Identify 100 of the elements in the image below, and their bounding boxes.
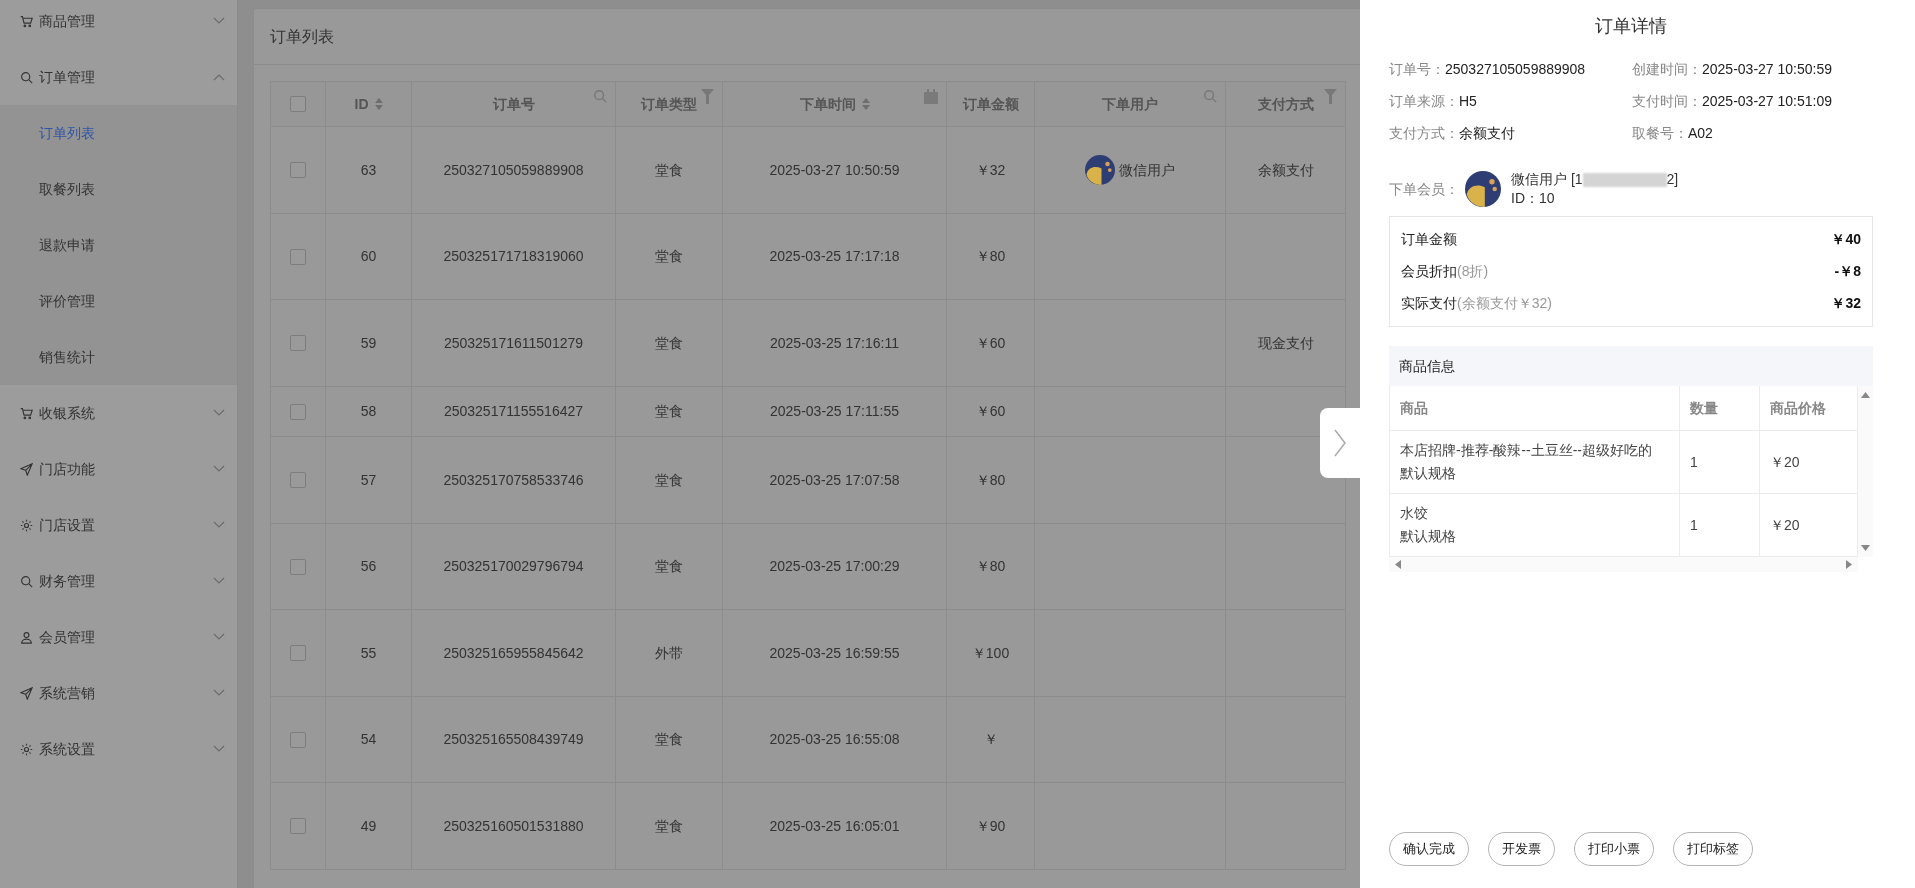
table-cell-text: ￥60 [975,402,1006,421]
submenu-item[interactable]: 取餐列表 [0,161,237,217]
scroll-up-icon[interactable] [1861,392,1870,398]
checkbox[interactable] [290,162,306,178]
avatar-icon [1465,171,1501,207]
table-cell-text: 堂食 [655,470,683,490]
checkbox[interactable] [290,558,306,575]
summary-label: 订单金额 [1401,230,1457,249]
member-name: 微信用户 [1 [1511,170,1583,189]
scroll-right-icon[interactable] [1846,560,1852,569]
scroll-down-icon[interactable] [1861,545,1870,551]
table-cell-text: 1 [1690,515,1698,535]
calendar-icon[interactable] [924,89,938,104]
menu-item[interactable]: 系统营销 [0,665,237,721]
menu-item[interactable]: 门店设置 [0,497,237,553]
submenu-item[interactable]: 评价管理 [0,273,237,329]
filter-icon[interactable] [701,89,714,104]
checkbox[interactable] [290,335,306,351]
checkbox[interactable] [290,248,306,265]
menu-item[interactable]: 收银系统 [0,385,237,441]
table-cell-text: 外带 [655,643,683,663]
field-label: 支付时间： [1632,92,1702,111]
field-value: H5 [1459,92,1477,111]
cart-icon [20,406,33,420]
checkbox[interactable] [290,731,306,748]
horizontal-scrollbar[interactable] [1389,557,1858,572]
table-cell-text: 2025-03-25 17:17:18 [769,247,900,266]
menu-item[interactable]: 财务管理 [0,553,237,609]
table-cell-text: 250325170029796794 [443,557,584,576]
field-value: 余额支付 [1459,124,1515,143]
action-button[interactable]: 确认完成 [1389,832,1469,866]
menu-item[interactable]: 订单管理 [0,49,237,105]
table-cell-text: ￥80 [975,247,1006,266]
drawer-title: 订单详情 [1595,14,1667,38]
field-value: A02 [1688,124,1713,143]
table-cell-text: 250325171611501279 [443,333,584,353]
user-icon [20,630,33,644]
table-cell-text: 堂食 [655,402,683,421]
table-cell-text: 堂食 [655,247,683,266]
chevron-down-icon [213,633,225,641]
field-label: 取餐号： [1632,124,1688,143]
field-label: 支付方式： [1389,124,1459,143]
field-label: 订单号： [1389,60,1445,79]
table-cell-text: 59 [360,333,377,353]
search-icon [20,574,33,588]
checkbox[interactable] [290,472,306,488]
field-label: 下单会员： [1389,179,1459,199]
action-button[interactable]: 开发票 [1488,832,1555,866]
chevron-down-icon [213,577,225,585]
search-icon[interactable] [1203,89,1217,103]
column-header: 下单用户 [1102,94,1158,114]
menu-item[interactable]: 系统设置 [0,721,237,777]
avatar-icon [1085,155,1115,185]
action-button[interactable]: 打印小票 [1574,832,1654,866]
table-cell-text: 余额支付 [1257,160,1314,180]
chevron-right-icon [1334,429,1346,457]
submenu-item[interactable]: 退款申请 [0,217,237,273]
checkbox[interactable] [290,403,306,420]
menu-item[interactable]: 商品管理 [0,0,237,49]
table-cell-text: ￥20 [1770,515,1800,535]
table-cell-text: 微信用户 [1119,160,1175,180]
table-cell-text: ￥80 [975,470,1006,490]
menu-item[interactable]: 门店功能 [0,441,237,497]
table-cell-text: 55 [360,643,377,663]
collapse-handle[interactable] [1320,408,1360,478]
sort-icon[interactable] [374,98,383,110]
table-cell-text: 1 [1690,452,1698,472]
table-cell-text: 250325171155516427 [443,402,584,421]
scroll-left-icon[interactable] [1395,560,1401,569]
chevron-down-icon [213,465,225,473]
cart-icon [20,14,33,28]
column-header: 商品 [1400,398,1428,418]
gear-icon [20,518,33,532]
table-cell-text: 堂食 [655,160,683,180]
product-spec: 默认规格 [1400,527,1457,546]
table-cell-text: ￥100 [971,643,1010,663]
action-button[interactable]: 打印标签 [1673,832,1753,866]
product-name: 水饺 [1400,504,1429,523]
column-header: 支付方式 [1257,94,1314,114]
sort-icon[interactable] [861,98,870,110]
table-cell-text: 54 [360,730,377,749]
checkbox[interactable] [290,818,306,834]
checkbox[interactable] [290,645,306,661]
filter-icon[interactable] [1324,89,1337,104]
summary-value: ￥40 [1831,230,1861,249]
column-header: 数量 [1690,398,1718,418]
vertical-scrollbar[interactable] [1858,386,1873,557]
table-cell-text: 63 [360,160,377,180]
menu-item[interactable]: 会员管理 [0,609,237,665]
summary-value: ￥32 [1831,294,1861,313]
table-cell-text: 堂食 [655,557,683,576]
table-cell-text: 堂食 [655,816,683,836]
checkbox[interactable] [290,96,306,112]
search-icon[interactable] [593,89,607,103]
chevron-down-icon [213,521,225,529]
table-cell-text: ￥ [983,730,998,749]
member-name-end: 2] [1666,170,1679,189]
field-label: 订单来源： [1389,92,1459,111]
submenu-item[interactable]: 销售统计 [0,329,237,385]
table-cell-text: 2025-03-25 16:05:01 [769,816,900,836]
